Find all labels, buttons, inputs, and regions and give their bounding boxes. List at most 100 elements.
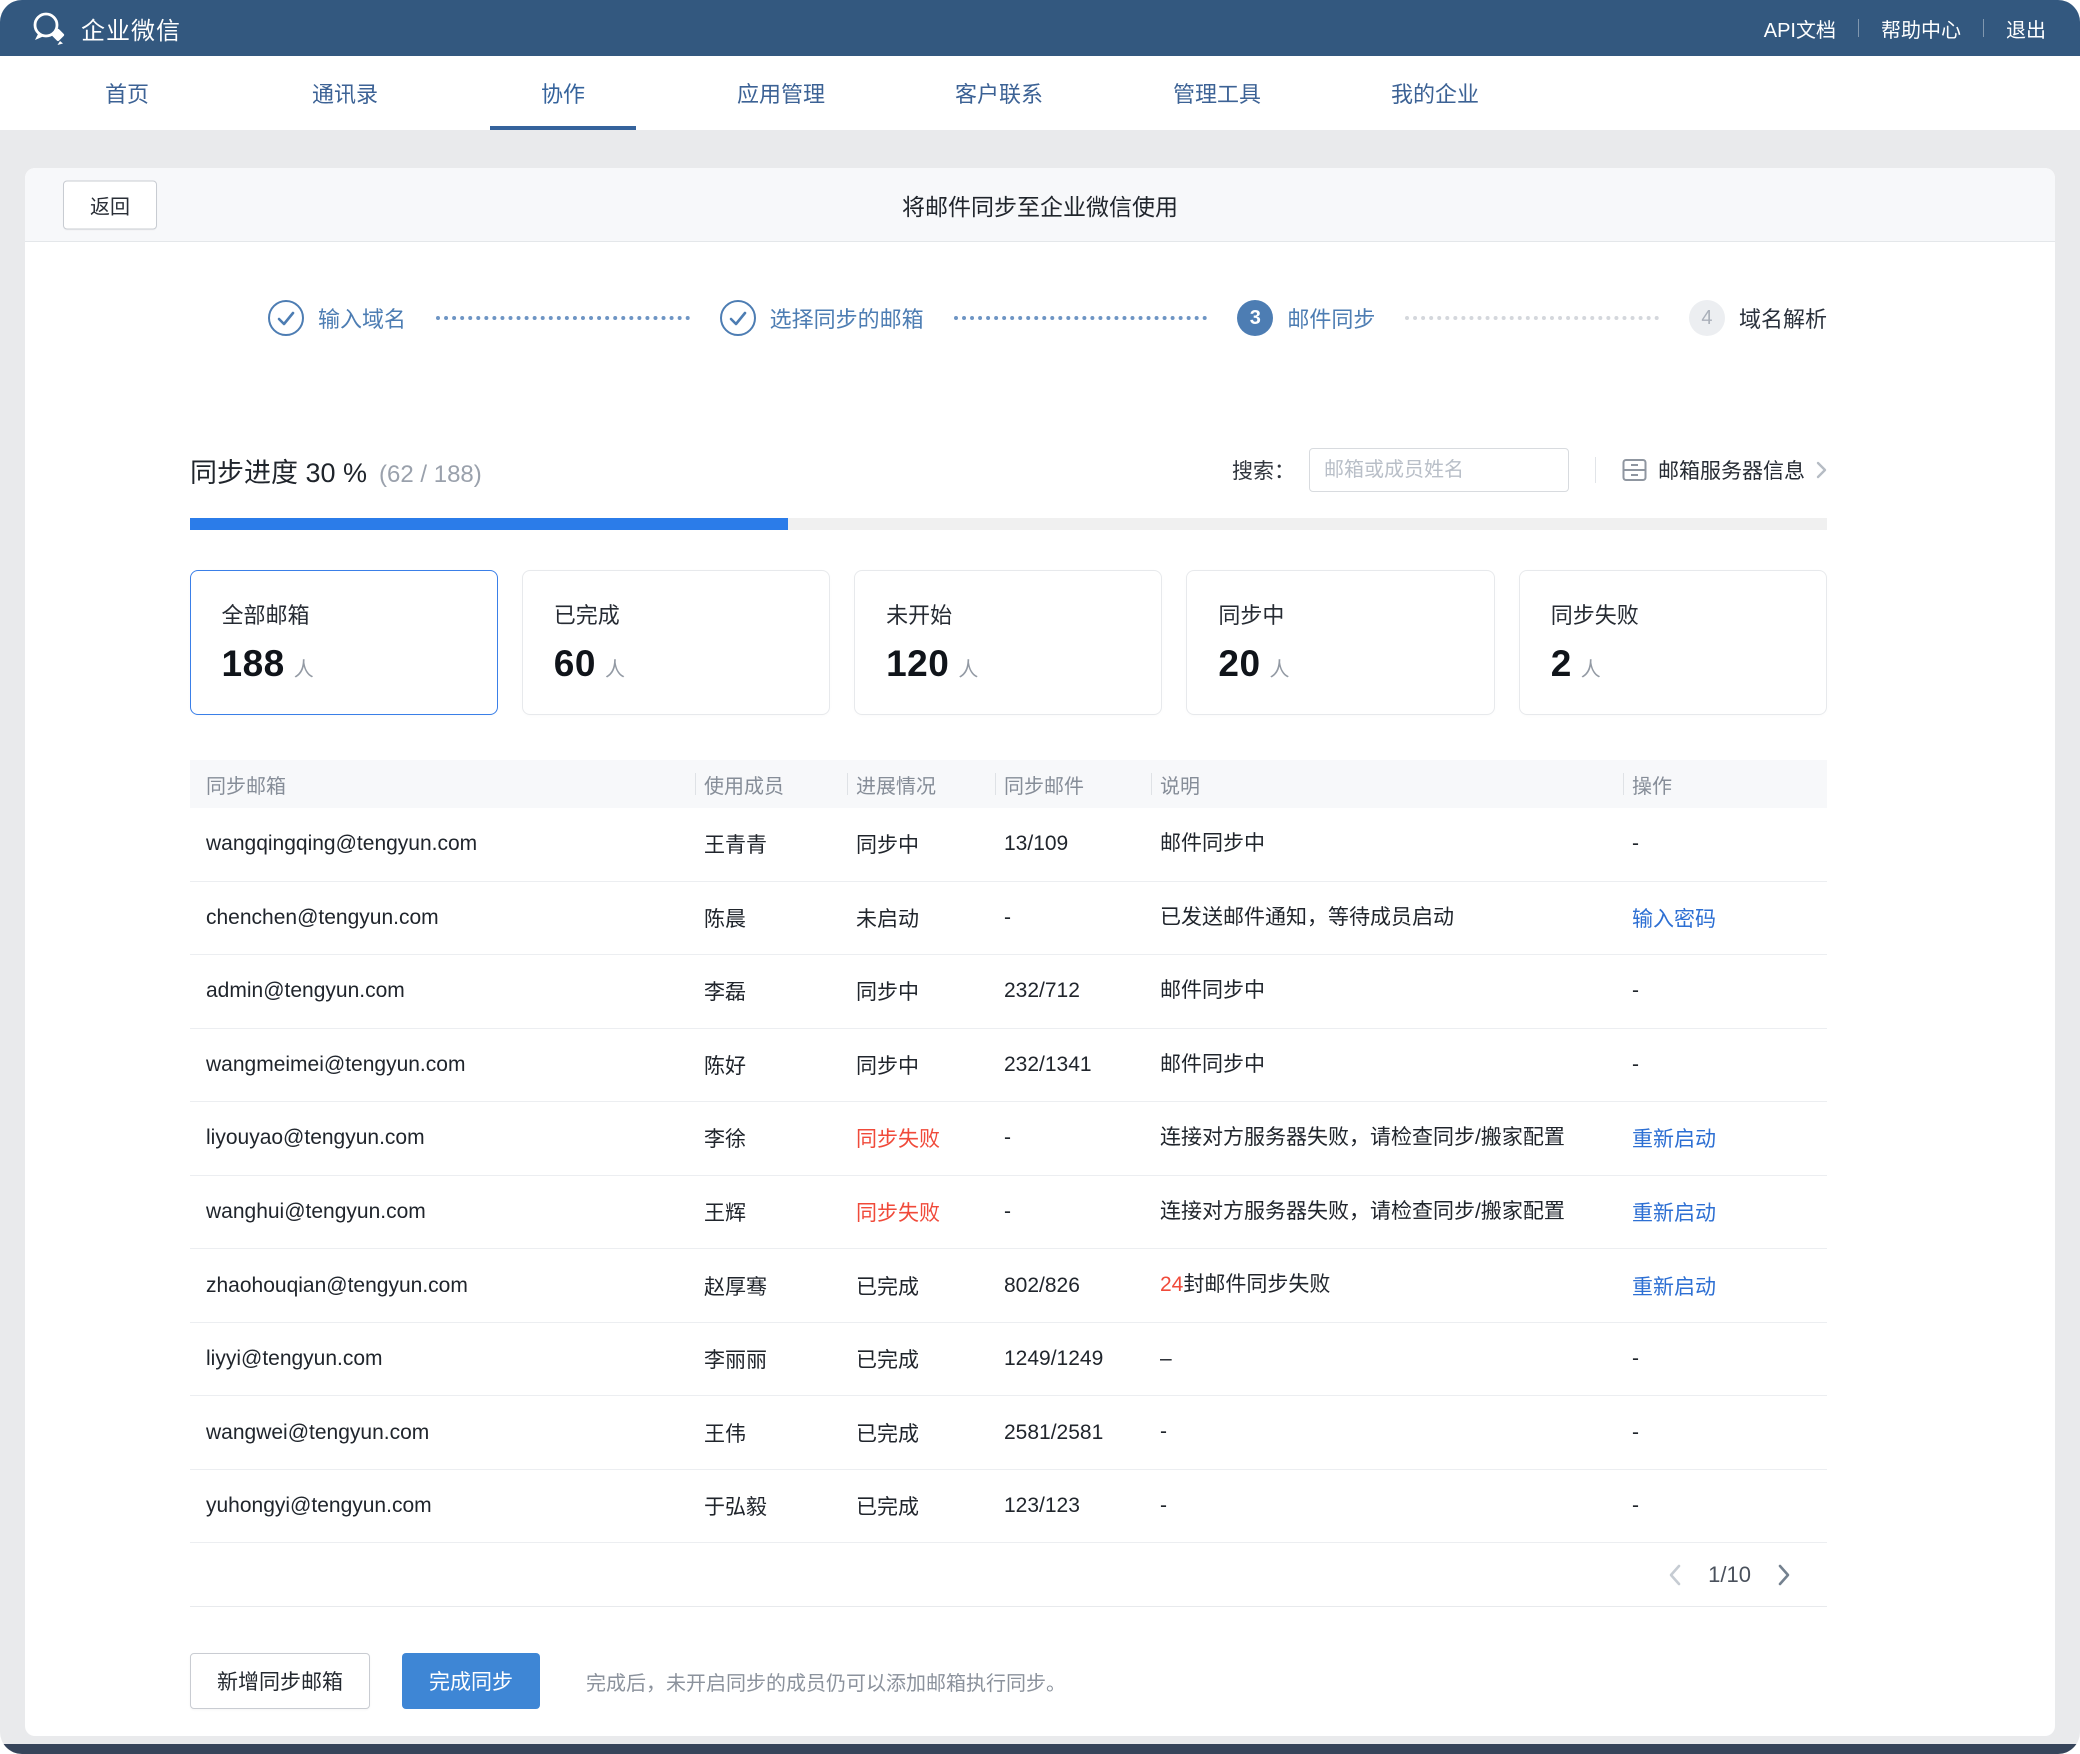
cell-description: – [1160, 1323, 1632, 1396]
col-header-actions: 操作 [1632, 770, 1827, 799]
sync-progress-bar [190, 518, 1827, 530]
row-action-link[interactable]: 输入密码 [1632, 908, 1716, 931]
add-sync-mailbox-button[interactable]: 新增同步邮箱 [190, 1653, 370, 1709]
table-row: liyouyao@tengyun.com 李徐 同步失败 - 连接对方服务器失败… [190, 1102, 1827, 1176]
cell-action: - [1632, 1033, 1827, 1097]
main-panel: 返回 将邮件同步至企业微信使用 输入域名 选择同步的邮箱 [25, 168, 2055, 1736]
cell-sync-mailbox: wangmeimei@tengyun.com [190, 1033, 704, 1097]
nav-item-tools[interactable]: 管理工具 [1108, 56, 1326, 130]
table-row: wangmeimei@tengyun.com 陈好 同步中 232/1341 邮… [190, 1029, 1827, 1103]
cell-sync-mailbox: chenchen@tengyun.com [190, 886, 704, 950]
cell-synced-mails: 802/826 [1004, 1254, 1160, 1318]
topbar-links: API文档 帮助中心 退出 [1742, 14, 2050, 43]
cell-status: 已完成 [856, 1398, 1004, 1468]
step-number: 4 [1689, 300, 1725, 336]
table-header: 同步邮箱 使用成员 进展情况 同步邮件 说明 操作 [190, 760, 1827, 808]
stat-card-not-started[interactable]: 未开始 120人 [854, 570, 1162, 715]
stat-card-failed[interactable]: 同步失败 2人 [1519, 570, 1827, 715]
cell-sync-mailbox: wanghui@tengyun.com [190, 1180, 704, 1244]
cell-action: - [1632, 1474, 1827, 1538]
page-number: 1/10 [1708, 1562, 1751, 1588]
cell-sync-mailbox: zhaohouqian@tengyun.com [190, 1254, 704, 1318]
page-title: 将邮件同步至企业微信使用 [902, 188, 1178, 222]
cell-status: 已完成 [856, 1471, 1004, 1541]
nav-item-customers[interactable]: 客户联系 [890, 56, 1108, 130]
cell-member: 陈晨 [704, 883, 856, 953]
prev-page-button[interactable] [1668, 1564, 1682, 1586]
cell-action: 重新启动 [1632, 1103, 1827, 1173]
help-center-link[interactable]: 帮助中心 [1859, 14, 1983, 43]
row-action-link[interactable]: 重新启动 [1632, 1202, 1716, 1225]
page-titlebar: 返回 将邮件同步至企业微信使用 [25, 168, 2055, 242]
cell-sync-mailbox: wangqingqing@tengyun.com [190, 812, 704, 876]
mail-server-info-link[interactable]: 邮箱服务器信息 [1622, 455, 1827, 485]
cell-sync-mailbox: yuhongyi@tengyun.com [190, 1474, 704, 1538]
cell-synced-mails: 13/109 [1004, 812, 1160, 876]
cell-status: 已完成 [856, 1251, 1004, 1321]
footer-hint: 完成后，未开启同步的成员仍可以添加邮箱执行同步。 [586, 1667, 1066, 1696]
cell-status: 同步失败 [856, 1177, 1004, 1247]
cell-status: 同步中 [856, 956, 1004, 1026]
window-bottom-edge [0, 1744, 2080, 1754]
cell-synced-mails: - [1004, 1180, 1160, 1244]
footer-actions: 新增同步邮箱 完成同步 完成后，未开启同步的成员仍可以添加邮箱执行同步。 [190, 1653, 1827, 1709]
cell-action: 重新启动 [1632, 1251, 1827, 1321]
cell-member: 于弘毅 [704, 1471, 856, 1541]
wecom-admin-window: 企业微信 API文档 帮助中心 退出 首页 通讯录 协作 应用管理 客户联系 管… [0, 0, 2080, 1754]
stat-card-syncing[interactable]: 同步中 20人 [1186, 570, 1494, 715]
next-page-button[interactable] [1777, 1564, 1791, 1586]
cell-member: 李丽丽 [704, 1324, 856, 1394]
step-check-icon [268, 300, 304, 336]
chevron-right-icon [1816, 461, 1827, 479]
finish-sync-button[interactable]: 完成同步 [402, 1653, 540, 1709]
col-header-member: 使用成员 [704, 770, 856, 799]
step-mail-sync: 3 邮件同步 [1237, 300, 1375, 336]
back-button[interactable]: 返回 [63, 180, 157, 229]
table-row: wangwei@tengyun.com 王伟 已完成 2581/2581 - - [190, 1396, 1827, 1470]
step-connector [1405, 316, 1659, 320]
cell-synced-mails: 123/123 [1004, 1474, 1160, 1538]
cell-member: 陈好 [704, 1030, 856, 1100]
cell-member: 李徐 [704, 1103, 856, 1173]
cell-description: 邮件同步中 [1160, 1029, 1632, 1102]
row-action-link[interactable]: 重新启动 [1632, 1128, 1716, 1151]
step-select-mailboxes: 选择同步的邮箱 [720, 300, 924, 336]
cell-sync-mailbox: liyyi@tengyun.com [190, 1327, 704, 1391]
cell-status: 同步中 [856, 1030, 1004, 1100]
logout-link[interactable]: 退出 [1984, 14, 2050, 43]
sync-progress-ratio: (62 / 188) [379, 461, 482, 489]
table-row: wanghui@tengyun.com 王辉 同步失败 - 连接对方服务器失败，… [190, 1176, 1827, 1250]
nav-item-home[interactable]: 首页 [18, 56, 236, 130]
cell-action: - [1632, 1401, 1827, 1465]
step-check-icon [720, 300, 756, 336]
cell-sync-mailbox: liyouyao@tengyun.com [190, 1106, 704, 1170]
stat-card-all[interactable]: 全部邮箱 188人 [190, 570, 498, 715]
cell-description: 已发送邮件通知，等待成员启动 [1160, 882, 1632, 955]
nav-item-collaboration[interactable]: 协作 [454, 56, 672, 130]
cell-synced-mails: 232/1341 [1004, 1033, 1160, 1097]
cell-member: 王青青 [704, 809, 856, 879]
nav-item-contacts[interactable]: 通讯录 [236, 56, 454, 130]
nav-item-apps[interactable]: 应用管理 [672, 56, 890, 130]
row-action-link[interactable]: 重新启动 [1632, 1276, 1716, 1299]
api-docs-link[interactable]: API文档 [1742, 14, 1858, 43]
cell-synced-mails: 232/712 [1004, 959, 1160, 1023]
search-label: 搜索： [1232, 455, 1295, 485]
col-header-mails: 同步邮件 [1004, 770, 1160, 799]
col-header-mailbox: 同步邮箱 [190, 770, 704, 799]
sync-progress-title: 同步进度 30 % (62 / 188) [190, 451, 482, 490]
cell-description: - [1160, 1470, 1632, 1543]
server-icon [1622, 458, 1647, 482]
cell-synced-mails: - [1004, 1106, 1160, 1170]
search-input[interactable] [1309, 448, 1569, 492]
cell-description: 邮件同步中 [1160, 955, 1632, 1028]
nav-item-my-company[interactable]: 我的企业 [1326, 56, 1544, 130]
stat-card-completed[interactable]: 已完成 60人 [522, 570, 830, 715]
stat-cards: 全部邮箱 188人 已完成 60人 未开始 120人 同步中 20人 同步失败 [190, 570, 1827, 715]
cell-member: 王伟 [704, 1398, 856, 1468]
cell-member: 王辉 [704, 1177, 856, 1247]
cell-action: 输入密码 [1632, 883, 1827, 953]
cell-sync-mailbox: admin@tengyun.com [190, 959, 704, 1023]
cell-description: 24封邮件同步失败 [1160, 1249, 1632, 1322]
sync-progress-percent: 同步进度 30 % [190, 451, 367, 490]
